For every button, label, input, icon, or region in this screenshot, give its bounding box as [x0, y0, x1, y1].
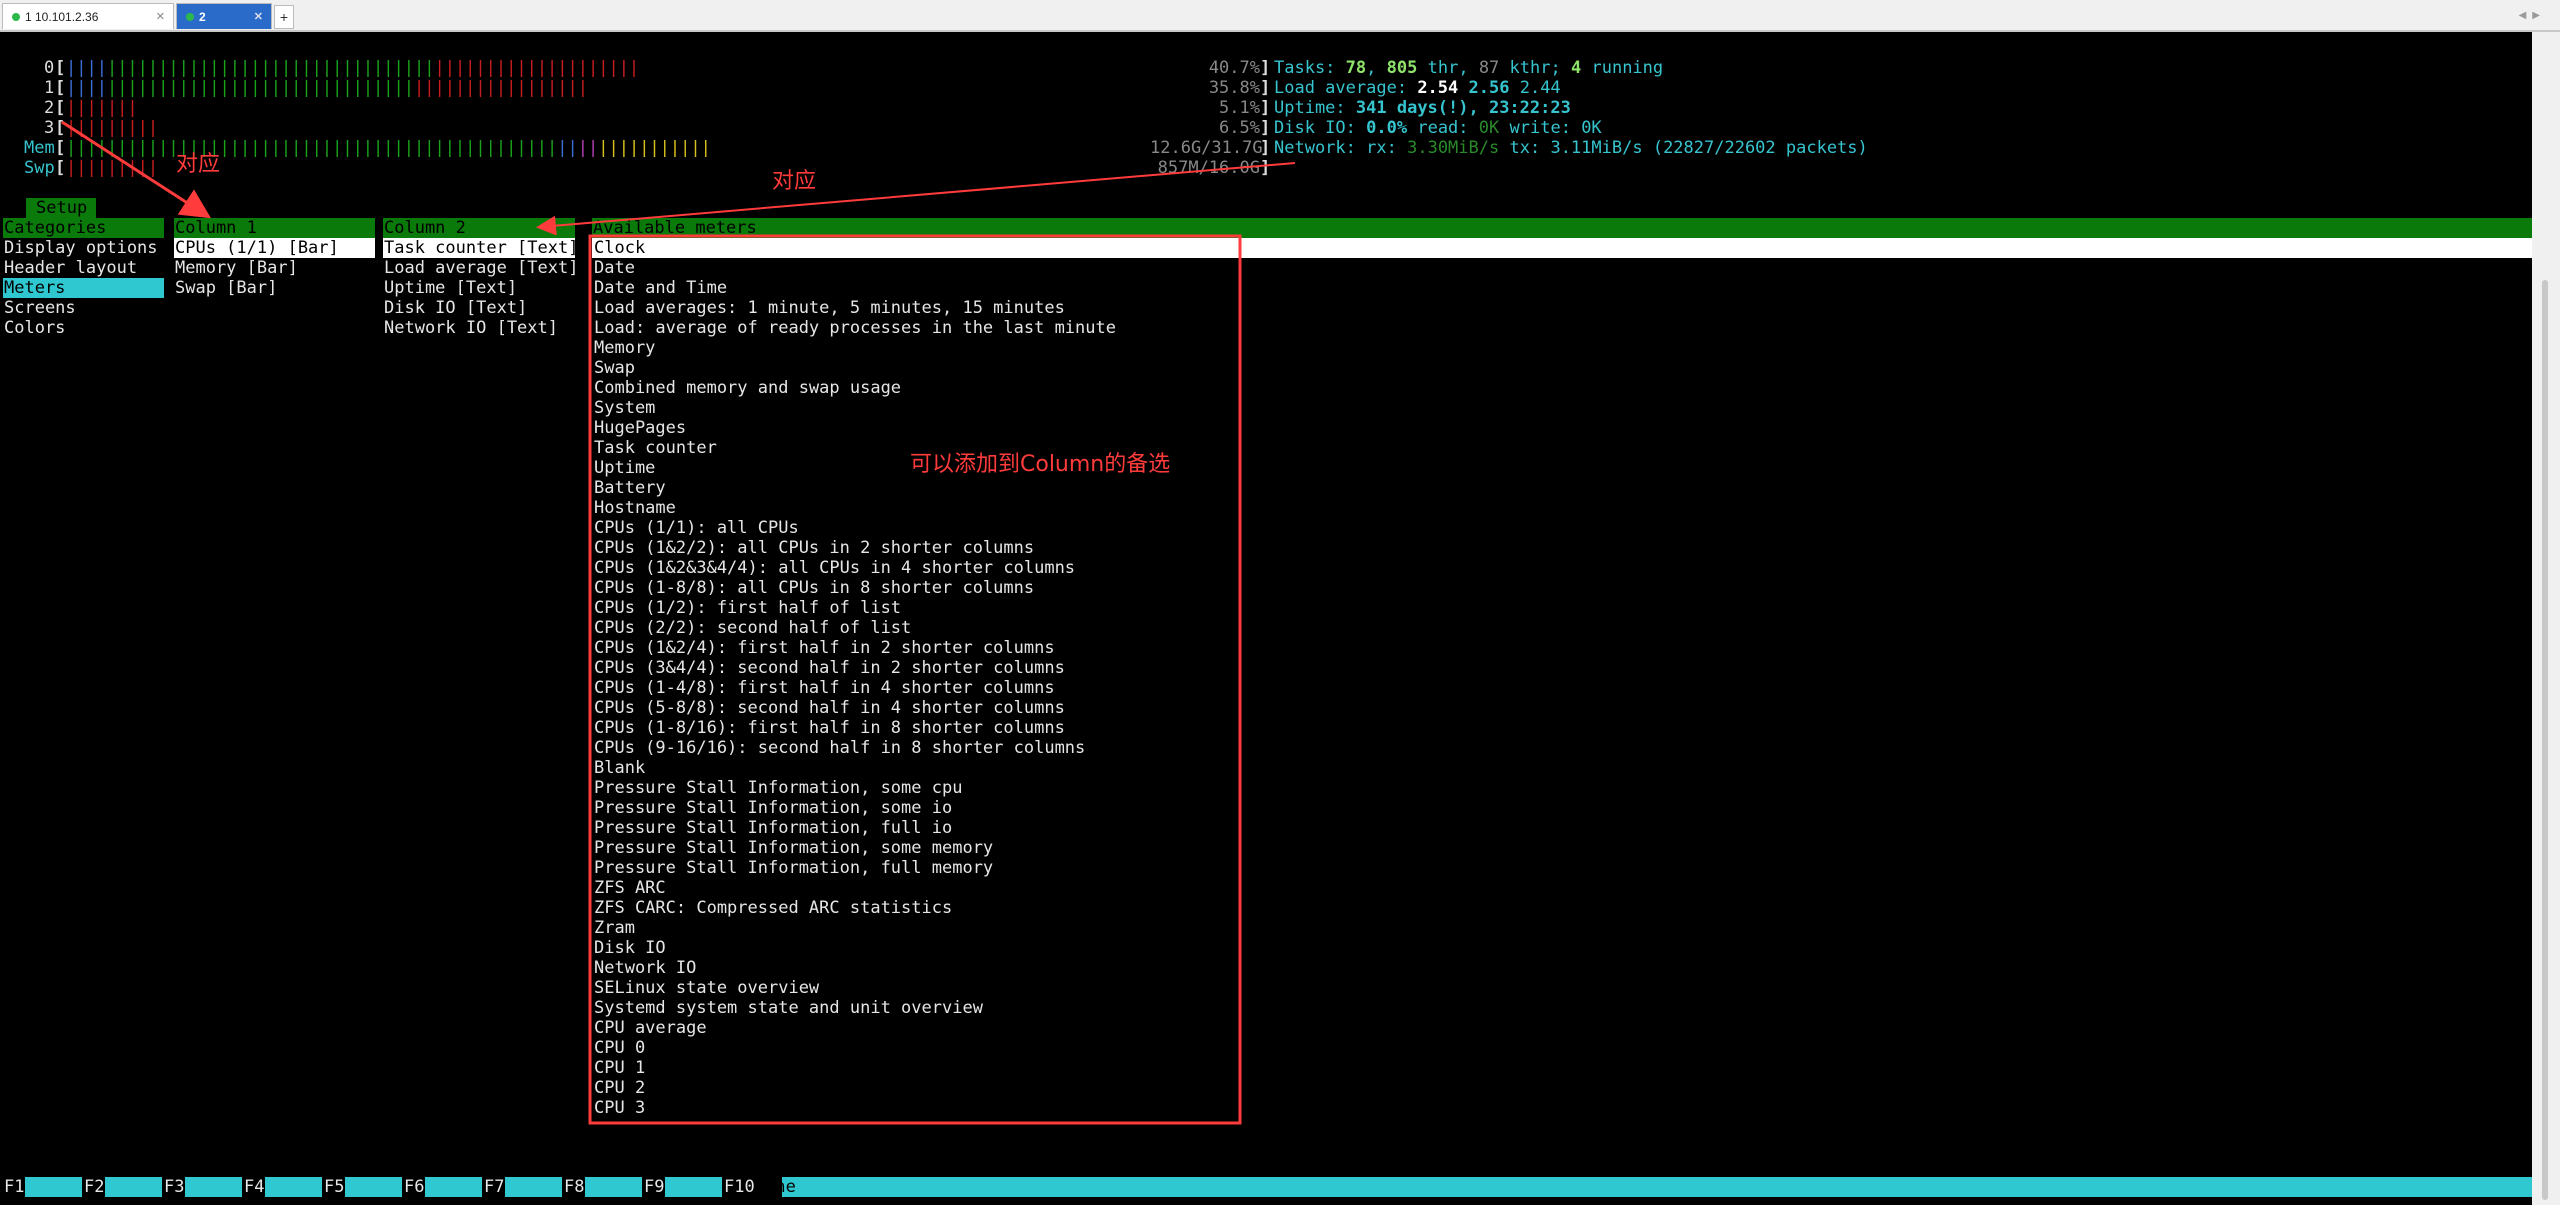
annotation-box [588, 234, 1242, 1125]
annotation-label-left: 对应 [176, 152, 221, 177]
annotation-label-right: 对应 [772, 169, 817, 194]
annotation-label-box: 可以添加到Column的备选 [910, 452, 1171, 477]
annotation-arrow-right [536, 162, 1296, 236]
annotation-overlay [61, 120, 1296, 1125]
